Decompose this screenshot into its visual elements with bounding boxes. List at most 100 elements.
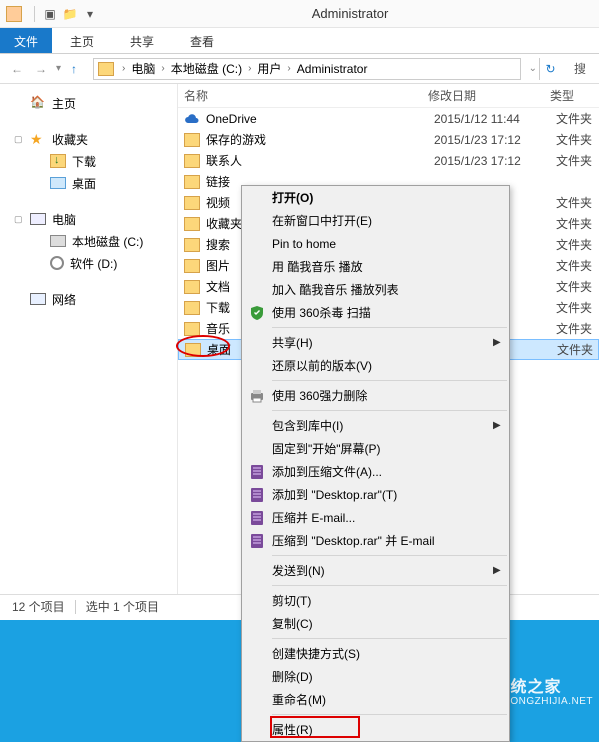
column-name-header[interactable]: 名称	[178, 87, 428, 104]
search-button[interactable]: 搜	[567, 58, 593, 80]
file-type: 文件夹	[557, 341, 593, 358]
nav-back-button[interactable]: ←	[6, 58, 28, 80]
ribbon-home-tab[interactable]: 主页	[52, 28, 112, 53]
column-date-header[interactable]: 修改日期	[428, 87, 550, 104]
context-menu: 打开(O) 在新窗口中打开(E) Pin to home 用 酷我音乐 播放加入 酷我…	[241, 185, 510, 742]
folder-icon	[184, 301, 200, 315]
folder-icon	[184, 217, 200, 231]
menu-label: 发送到(N)	[268, 562, 493, 579]
menu-item[interactable]: 复制(C)	[242, 612, 509, 635]
window-icon	[6, 6, 22, 22]
menu-item[interactable]: 使用 360强力删除	[242, 384, 509, 407]
file-row[interactable]: OneDrive2015/1/12 11:44文件夹	[178, 108, 599, 129]
nav-network[interactable]: 网络	[0, 288, 177, 310]
window-title: Administrator	[101, 6, 599, 21]
nav-history-dropdown[interactable]: ▾	[56, 63, 61, 74]
menu-item[interactable]: 在新窗口中打开(E)	[242, 209, 509, 232]
nav-local-c[interactable]: 本地磁盘 (C:)	[0, 230, 177, 252]
nav-dvd-d[interactable]: 软件 (D:)	[0, 252, 177, 274]
folder-icon	[184, 280, 200, 294]
expand-icon[interactable]: ▢	[14, 134, 24, 145]
folder-icon	[184, 238, 200, 252]
file-type: 文件夹	[556, 131, 592, 148]
menu-label: 在新窗口中打开(E)	[268, 212, 493, 229]
menu-item[interactable]: 发送到(N)▶	[242, 559, 509, 582]
menu-item[interactable]: 创建快捷方式(S)	[242, 642, 509, 665]
ribbon-file-tab[interactable]: 文件	[0, 28, 52, 53]
dvd-icon	[50, 256, 64, 270]
folder-icon	[184, 196, 200, 210]
refresh-button[interactable]: ↻	[539, 58, 561, 80]
file-type: 文件夹	[556, 278, 592, 295]
menu-item[interactable]: 包含到库中(I)▶	[242, 414, 509, 437]
file-type: 文件夹	[556, 257, 592, 274]
file-date: 2015/1/23 17:12	[434, 154, 556, 168]
folder-icon	[184, 154, 200, 168]
menu-separator	[272, 585, 507, 586]
nav-forward-button: →	[30, 58, 52, 80]
menu-item[interactable]: 剪切(T)	[242, 589, 509, 612]
menu-label: 属性(R)	[268, 721, 493, 738]
file-type: 文件夹	[556, 110, 592, 127]
breadcrumb[interactable]: › 电脑 › 本地磁盘 (C:) › 用户 › Administrator	[93, 58, 521, 80]
column-type-header[interactable]: 类型	[550, 87, 599, 104]
file-row[interactable]: 保存的游戏2015/1/23 17:12文件夹	[178, 129, 599, 150]
menu-item[interactable]: 添加到 "Desktop.rar"(T)	[242, 483, 509, 506]
menu-separator	[272, 555, 507, 556]
breadcrumb-seg[interactable]: 用户	[255, 60, 283, 77]
menu-item[interactable]: 重命名(M)	[242, 688, 509, 711]
menu-item[interactable]: 删除(D)	[242, 665, 509, 688]
expand-icon[interactable]: ▢	[14, 214, 24, 225]
menu-item[interactable]: 固定到"开始"屏幕(P)	[242, 437, 509, 460]
menu-item[interactable]: 压缩并 E-mail...	[242, 506, 509, 529]
file-name: 保存的游戏	[206, 131, 434, 148]
navigation-pane: 🏠 主页 ▢ ★ 收藏夹 下载 桌面 ▢ 电脑	[0, 84, 178, 594]
file-date: 2015/1/12 11:44	[434, 112, 556, 126]
menu-label: 删除(D)	[268, 668, 493, 685]
menu-item[interactable]: 压缩到 "Desktop.rar" 并 E-mail	[242, 529, 509, 552]
ribbon-view-tab[interactable]: 查看	[172, 28, 232, 53]
menu-item[interactable]: 用 酷我音乐 播放	[242, 255, 509, 278]
breadcrumb-seg[interactable]: 电脑	[129, 60, 157, 77]
titlebar: ▣ 📁 ▾ Administrator	[0, 0, 599, 28]
nav-favorites[interactable]: ▢ ★ 收藏夹	[0, 128, 177, 150]
menu-item[interactable]: 使用 360杀毒 扫描	[242, 301, 509, 324]
home-icon: 🏠	[30, 95, 46, 111]
nav-computer[interactable]: ▢ 电脑	[0, 208, 177, 230]
menu-label: 压缩并 E-mail...	[268, 509, 493, 526]
menu-item[interactable]: 属性(R)	[242, 718, 509, 741]
menu-item[interactable]: 还原以前的版本(V)	[242, 354, 509, 377]
menu-item[interactable]: 加入 酷我音乐 播放列表	[242, 278, 509, 301]
folder-icon	[184, 133, 200, 147]
ribbon-tabs: 文件 主页 共享 查看	[0, 28, 599, 54]
cloud-icon	[184, 112, 200, 126]
nav-up-button[interactable]: ↑	[63, 58, 85, 80]
new-folder-qat-icon[interactable]: 📁	[61, 5, 79, 23]
rar-icon	[246, 510, 268, 526]
menu-item[interactable]: Pin to home	[242, 232, 509, 255]
computer-icon	[30, 213, 46, 225]
breadcrumb-dropdown-icon[interactable]: ⌄	[529, 63, 537, 74]
nav-home[interactable]: 🏠 主页	[0, 92, 177, 114]
breadcrumb-seg[interactable]: Administrator	[295, 62, 370, 76]
navigation-bar: ← → ▾ ↑ › 电脑 › 本地磁盘 (C:) › 用户 › Administ…	[0, 54, 599, 84]
menu-label: 剪切(T)	[268, 592, 493, 609]
menu-label: Pin to home	[268, 237, 493, 251]
folder-icon	[184, 259, 200, 273]
download-folder-icon	[50, 154, 66, 168]
file-date: 2015/1/23 17:12	[434, 133, 556, 147]
menu-item[interactable]: 共享(H)▶	[242, 331, 509, 354]
qat-dropdown-icon[interactable]: ▾	[81, 5, 99, 23]
nav-desktop[interactable]: 桌面	[0, 172, 177, 194]
rar-icon	[246, 533, 268, 549]
menu-item[interactable]: 打开(O)	[242, 186, 509, 209]
menu-label: 使用 360杀毒 扫描	[268, 304, 493, 321]
nav-downloads[interactable]: 下载	[0, 150, 177, 172]
ribbon-share-tab[interactable]: 共享	[112, 28, 172, 53]
breadcrumb-seg[interactable]: 本地磁盘 (C:)	[169, 60, 244, 77]
menu-separator	[272, 410, 507, 411]
menu-item[interactable]: 添加到压缩文件(A)...	[242, 460, 509, 483]
properties-qat-icon[interactable]: ▣	[41, 5, 59, 23]
file-row[interactable]: 联系人2015/1/23 17:12文件夹	[178, 150, 599, 171]
folder-icon	[185, 343, 201, 357]
